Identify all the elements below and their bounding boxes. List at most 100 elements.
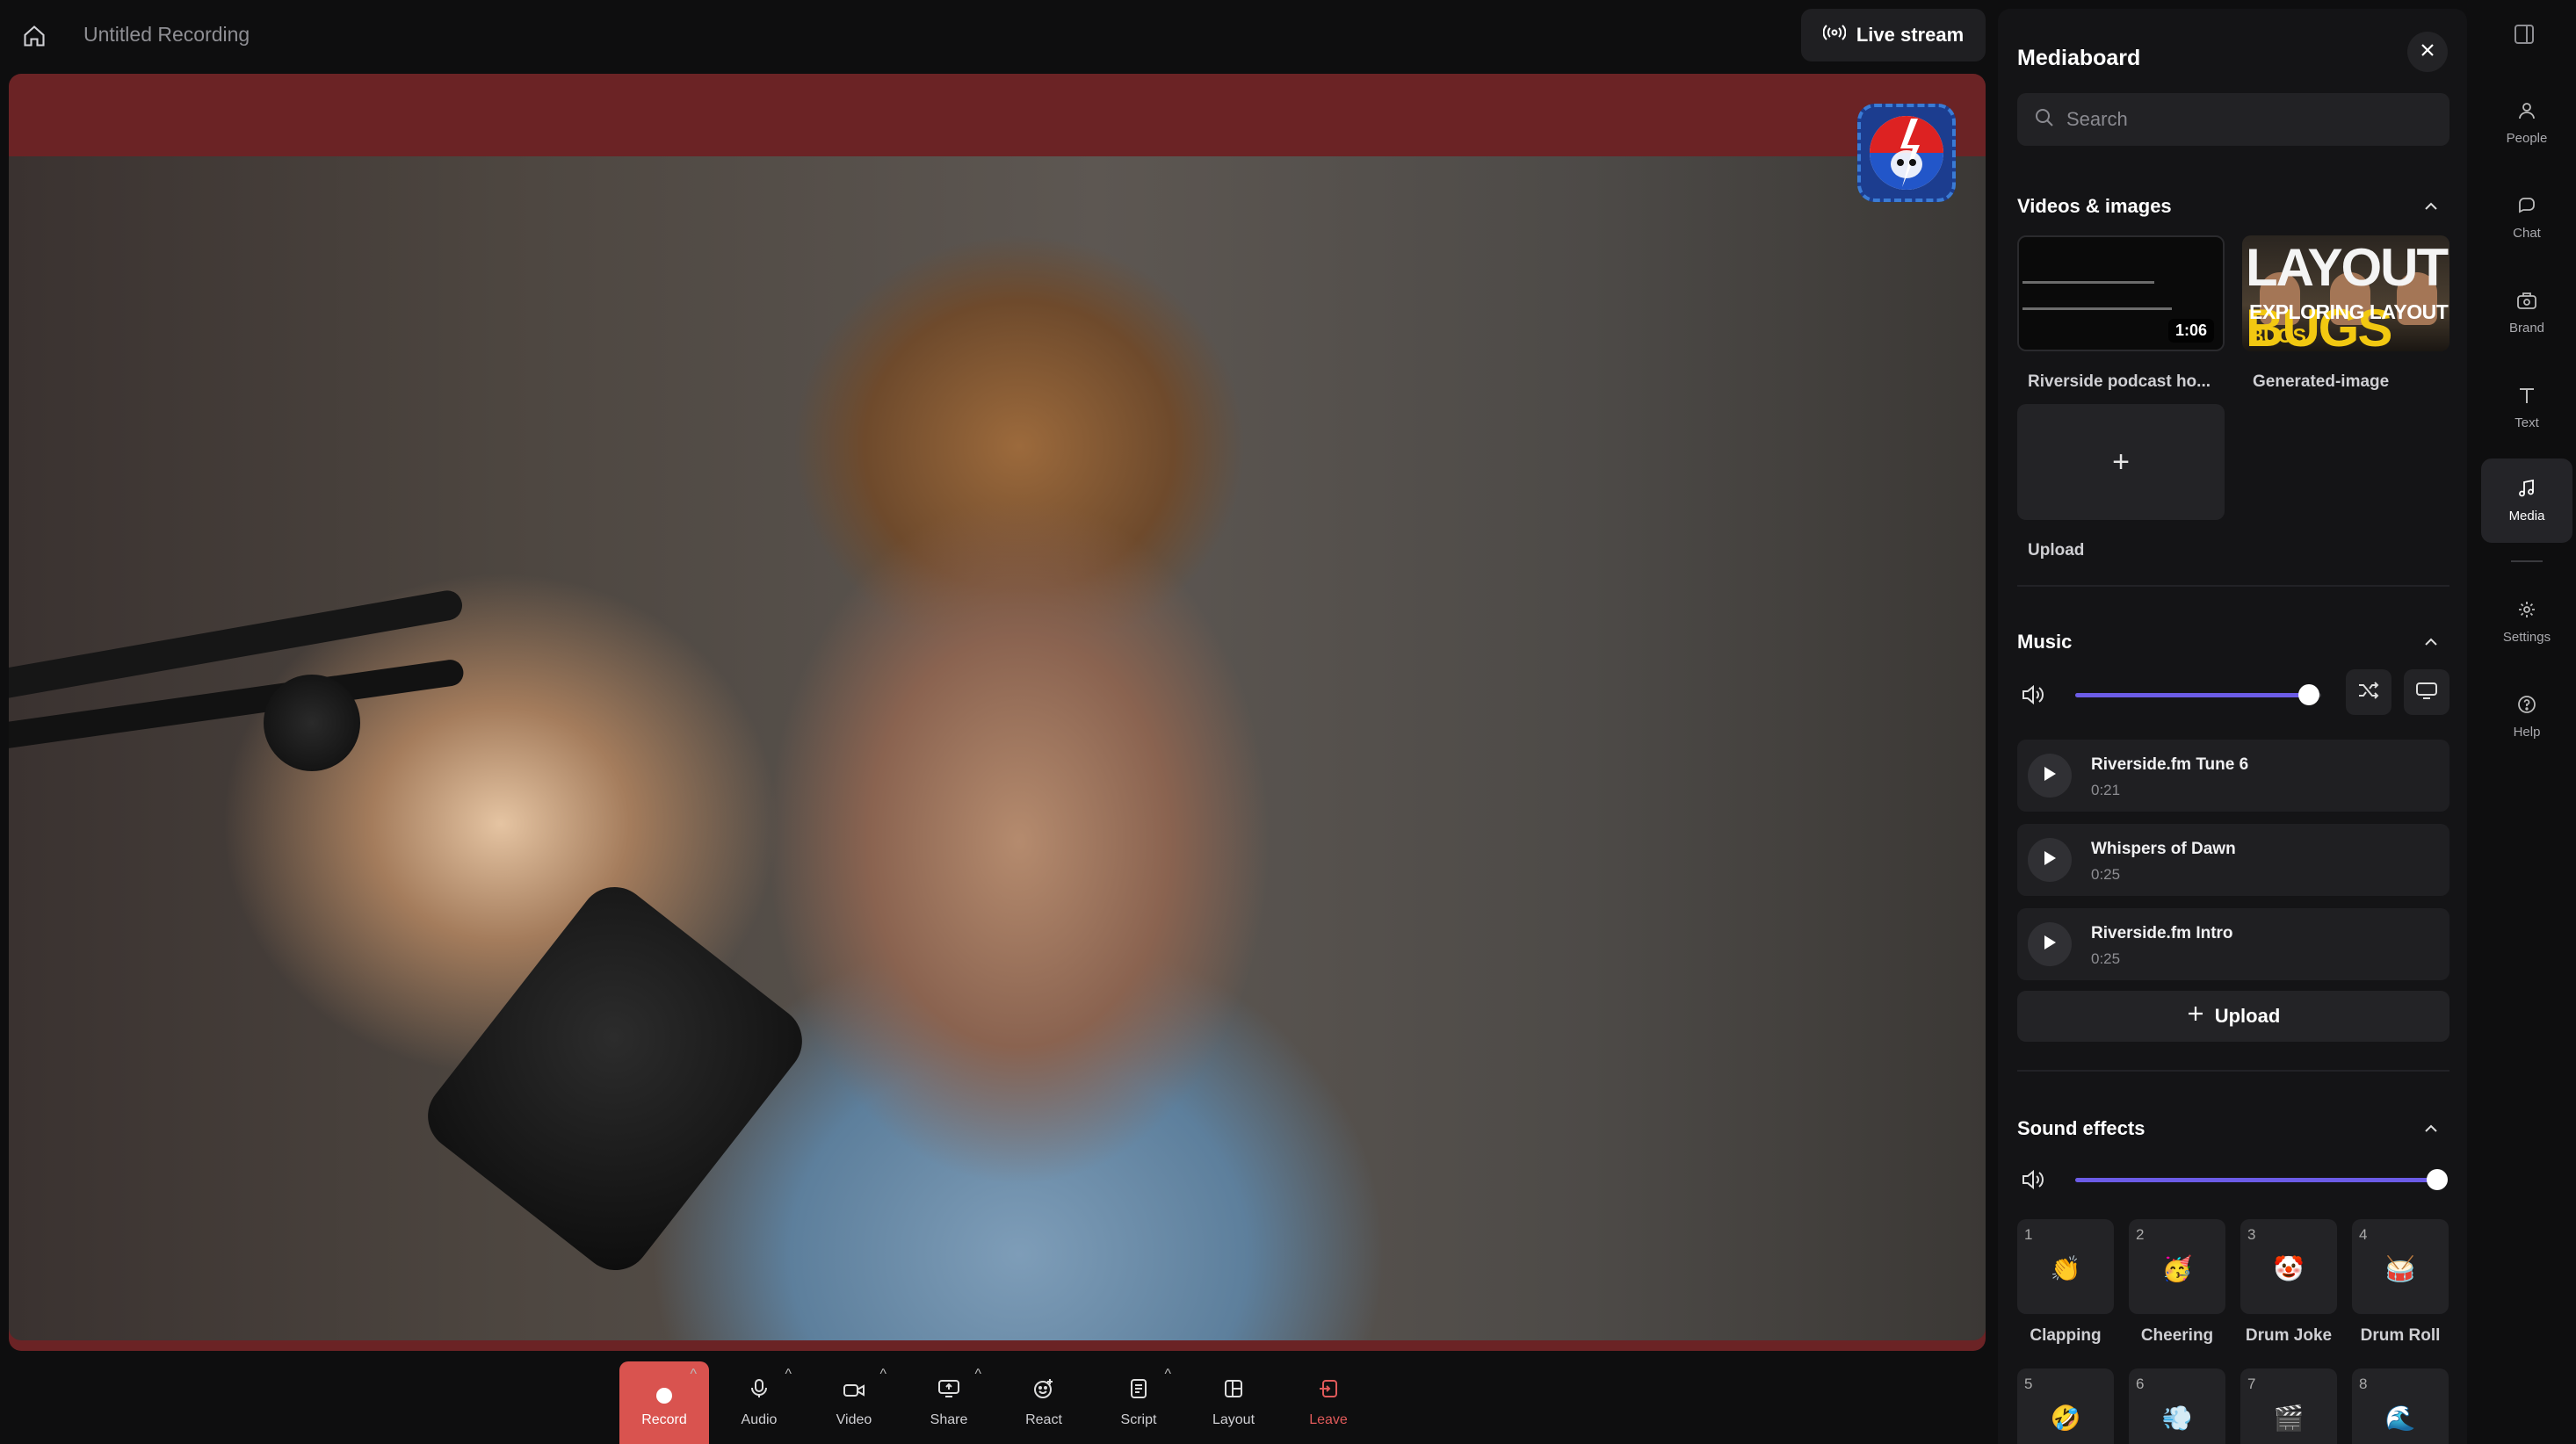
sound-effect-tile[interactable]: 2 🥳 xyxy=(2129,1219,2225,1314)
chevron-up-icon[interactable]: ^ xyxy=(1164,1367,1171,1383)
sfx-emoji-icon: 🤡 xyxy=(2273,1255,2305,1282)
media-label: Generated-image xyxy=(2253,372,2390,391)
search-box[interactable] xyxy=(2017,93,2449,146)
layout-icon xyxy=(1223,1378,1244,1404)
chevron-up-icon[interactable]: ^ xyxy=(785,1367,792,1383)
toolbar-label: Script xyxy=(1120,1412,1157,1427)
search-input[interactable] xyxy=(2066,108,2418,131)
sfx-number: 1 xyxy=(2024,1226,2033,1243)
image-thumbnail[interactable]: LAYOUT BUGS EXPLORING LAYOUT BUGS xyxy=(2242,235,2449,351)
track-name: Whispers of Dawn xyxy=(2091,840,2236,858)
rail-item-text[interactable]: Text xyxy=(2481,365,2572,450)
plus-icon xyxy=(2187,1005,2204,1028)
upload-media-label: Upload xyxy=(2028,541,2085,560)
rail-item-label: Brand xyxy=(2508,320,2545,336)
play-button[interactable] xyxy=(2028,922,2072,966)
volume-icon[interactable] xyxy=(2017,1163,2051,1196)
chevron-up-icon[interactable]: ^ xyxy=(974,1367,981,1383)
upload-media-tile[interactable]: + xyxy=(2017,404,2225,520)
track-duration: 0:21 xyxy=(2091,782,2121,798)
sound-effect-tile[interactable]: 6 💨 xyxy=(2129,1368,2225,1444)
rail-item-settings[interactable]: Settings xyxy=(2481,580,2572,664)
sfx-number: 8 xyxy=(2359,1375,2368,1392)
brand-icon xyxy=(2516,291,2537,314)
music-volume-row xyxy=(2017,669,2449,720)
rail-item-media[interactable]: Media xyxy=(2481,458,2572,543)
sfx-number: 7 xyxy=(2247,1375,2256,1392)
rail-item-help[interactable]: Help xyxy=(2481,675,2572,759)
loop-icon xyxy=(2415,681,2438,704)
brand-logo[interactable] xyxy=(1857,104,1956,202)
close-button[interactable] xyxy=(2407,32,2448,72)
react-icon xyxy=(1033,1378,1054,1404)
toolbar-record-button[interactable]: Record ^ xyxy=(619,1361,709,1444)
sound-effect-tile[interactable]: 4 🥁 xyxy=(2352,1219,2449,1314)
video-thumbnail[interactable]: 1:06 xyxy=(2017,235,2225,351)
media-label: Riverside podcast ho... xyxy=(2028,372,2211,391)
chevron-up-icon[interactable]: ^ xyxy=(690,1367,697,1383)
thumb-text-line xyxy=(2022,307,2172,310)
rail-item-chat[interactable]: Chat xyxy=(2481,176,2572,260)
home-icon[interactable] xyxy=(16,18,53,54)
panel-title: Mediaboard xyxy=(2017,46,2141,70)
panel-toggle-icon[interactable] xyxy=(2509,19,2539,49)
toolbar-label: Record xyxy=(641,1412,687,1427)
mic-knob xyxy=(264,675,360,771)
sfx-emoji-icon: 🥳 xyxy=(2161,1255,2193,1282)
sound-effect-tile[interactable]: 7 🎬 xyxy=(2240,1368,2337,1444)
section-divider xyxy=(2017,585,2449,587)
toolbar-layout-button[interactable]: Layout xyxy=(1189,1361,1278,1444)
play-button[interactable] xyxy=(2028,754,2072,798)
sound-effect-tile[interactable]: 1 👏 xyxy=(2017,1219,2114,1314)
music-track[interactable]: Riverside.fm Tune 6 0:21 xyxy=(2017,740,2449,812)
slider-knob[interactable] xyxy=(2298,684,2319,705)
chevron-up-icon[interactable] xyxy=(2418,629,2444,655)
gear-icon xyxy=(2517,600,2536,623)
sound-effect-tile[interactable]: 3 🤡 xyxy=(2240,1219,2337,1314)
chevron-up-icon[interactable]: ^ xyxy=(879,1367,886,1383)
stage xyxy=(9,74,1986,1351)
music-track[interactable]: Riverside.fm Intro 0:25 xyxy=(2017,908,2449,980)
search-icon xyxy=(2035,108,2054,132)
plus-icon: + xyxy=(2112,444,2130,479)
slider-knob[interactable] xyxy=(2427,1169,2448,1190)
sound-effect-tile[interactable]: 5 🤣 xyxy=(2017,1368,2114,1444)
toolbar-audio-button[interactable]: Audio ^ xyxy=(714,1361,804,1444)
rail-item-people[interactable]: People xyxy=(2481,81,2572,165)
toolbar-share-button[interactable]: Share ^ xyxy=(904,1361,994,1444)
toolbar-video-button[interactable]: Video ^ xyxy=(809,1361,899,1444)
toolbar-leave-button[interactable]: Leave xyxy=(1284,1361,1373,1444)
leave-icon xyxy=(1318,1378,1339,1404)
shuffle-button[interactable] xyxy=(2346,669,2391,715)
live-stream-button[interactable]: Live stream xyxy=(1801,9,1986,61)
play-icon xyxy=(2043,850,2057,870)
shuffle-icon xyxy=(2357,681,2380,704)
sfx-number: 5 xyxy=(2024,1375,2033,1392)
chevron-up-icon[interactable] xyxy=(2418,1115,2444,1142)
chevron-up-icon[interactable] xyxy=(2418,193,2444,220)
upload-music-button[interactable]: Upload xyxy=(2017,991,2449,1042)
sfx-volume-slider[interactable] xyxy=(2075,1169,2448,1190)
toolbar-react-button[interactable]: React xyxy=(999,1361,1089,1444)
sound-effect-tile[interactable]: 8 🌊 xyxy=(2352,1368,2449,1444)
recording-title[interactable]: Untitled Recording xyxy=(83,23,250,47)
music-track[interactable]: Whispers of Dawn 0:25 xyxy=(2017,824,2449,896)
volume-icon[interactable] xyxy=(2017,678,2051,711)
people-icon xyxy=(2517,101,2536,124)
upload-music-label: Upload xyxy=(2214,1005,2281,1027)
music-volume-slider[interactable] xyxy=(2075,684,2321,705)
toolbar-script-button[interactable]: Script ^ xyxy=(1094,1361,1183,1444)
participant-video xyxy=(9,156,1986,1340)
rail-divider xyxy=(2511,560,2543,562)
thumb-subline-b: BUGS xyxy=(2249,324,2306,347)
play-button[interactable] xyxy=(2028,838,2072,882)
rail-item-label: Media xyxy=(2508,508,2545,523)
rail-item-brand[interactable]: Brand xyxy=(2481,271,2572,355)
loop-button[interactable] xyxy=(2404,669,2449,715)
sfx-label: Clapping xyxy=(2030,1326,2102,1345)
mic-icon xyxy=(749,1378,769,1404)
rail-item-label: Text xyxy=(2514,415,2539,430)
rail-item-label: Help xyxy=(2513,724,2541,740)
sfx-emoji-icon: 🤣 xyxy=(2050,1404,2081,1432)
bottom-toolbar: Record ^ Audio ^ Video ^ Share ^ React Script ^ Lay… xyxy=(619,1361,1373,1444)
